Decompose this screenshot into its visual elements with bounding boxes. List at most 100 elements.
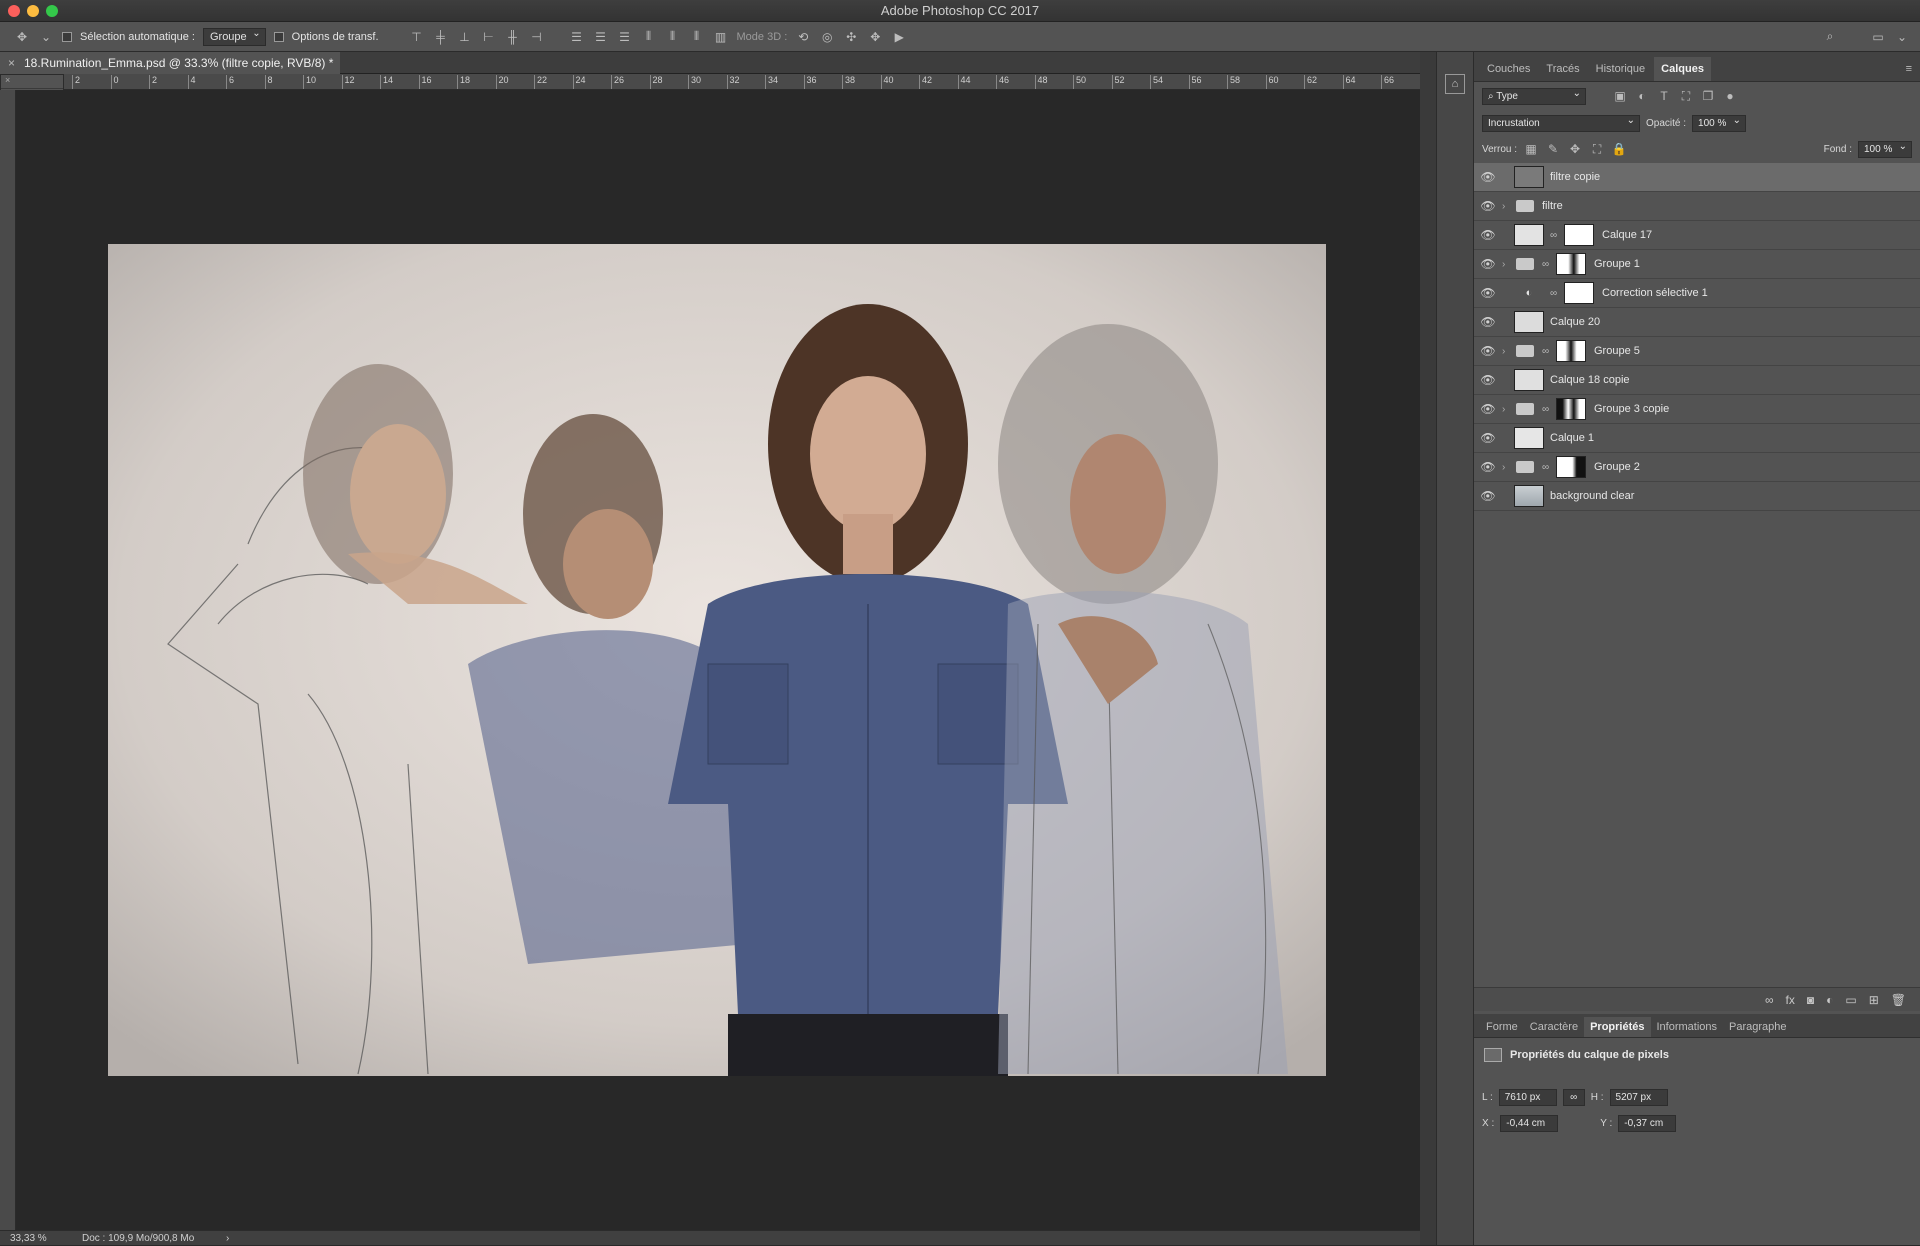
layer-mask-thumbnail[interactable] [1556, 456, 1586, 478]
libraries-panel-icon[interactable]: ⌂ [1445, 74, 1465, 94]
filter-adjustment-icon[interactable]: ◐ [1634, 88, 1650, 104]
tab-proprietes[interactable]: Propriétés [1584, 1017, 1651, 1037]
tab-traces[interactable]: Tracés [1539, 57, 1586, 81]
distribute-right-icon[interactable]: ⦀ [689, 29, 705, 45]
new-group-icon[interactable]: ▭ [1845, 993, 1856, 1007]
fill-field[interactable]: 100 % [1858, 140, 1912, 158]
layer-row-groupe-1[interactable]: 👁 › ∞ Groupe 1 [1474, 250, 1920, 279]
horizontal-ruler[interactable]: 2 0 2 4 6 8 10 12 14 16 18 20 22 24 26 28 30 32 34 36 38 40 42… [64, 74, 1420, 90]
new-layer-icon[interactable]: ⊞ [1869, 993, 1879, 1007]
lock-position-icon[interactable]: ✥ [1567, 141, 1583, 157]
visibility-eye-icon[interactable]: 👁 [1474, 460, 1502, 474]
lock-image-icon[interactable]: ✎ [1545, 141, 1561, 157]
layer-filter-kind-dropdown[interactable]: ⌕ Type [1482, 87, 1586, 105]
new-adjustment-icon[interactable]: ◐ [1826, 993, 1833, 1007]
document-canvas-image[interactable] [108, 244, 1326, 1076]
tab-historique[interactable]: Historique [1589, 57, 1653, 81]
slide-3d-icon[interactable]: ✥ [867, 29, 883, 45]
status-menu-arrow-icon[interactable]: › [226, 1231, 229, 1246]
layer-name[interactable]: Groupe 3 copie [1594, 403, 1669, 415]
scale-3d-icon[interactable]: ▶ [891, 29, 907, 45]
opacity-field[interactable]: 100 % [1692, 114, 1747, 132]
expand-group-icon[interactable]: › [1502, 201, 1514, 212]
layer-name[interactable]: filtre [1542, 200, 1563, 212]
visibility-eye-icon[interactable]: 👁 [1474, 489, 1502, 503]
constrain-proportions-icon[interactable]: ∞ [1562, 1088, 1585, 1106]
layer-name[interactable]: Calque 18 copie [1550, 374, 1630, 386]
close-window-icon[interactable] [8, 5, 20, 17]
tab-couches[interactable]: Couches [1480, 57, 1537, 81]
expand-group-icon[interactable]: › [1502, 462, 1514, 473]
layer-mask-thumbnail[interactable] [1556, 253, 1586, 275]
align-vcenter-icon[interactable]: ╪ [433, 29, 449, 45]
mask-link-icon[interactable]: ∞ [1542, 259, 1552, 270]
tab-informations[interactable]: Informations [1651, 1017, 1724, 1037]
visibility-eye-icon[interactable]: 👁 [1474, 344, 1502, 358]
visibility-eye-icon[interactable]: 👁 [1474, 228, 1502, 242]
distribute-left-icon[interactable]: ⦀ [641, 29, 657, 45]
visibility-eye-icon[interactable]: 👁 [1474, 286, 1502, 300]
auto-select-checkbox[interactable] [62, 31, 72, 42]
add-mask-icon[interactable]: ◙ [1807, 993, 1814, 1007]
workspace-dropdown-icon[interactable]: ⌄ [1894, 29, 1910, 45]
panel-menu-icon[interactable]: ≡ [1898, 57, 1920, 81]
document-tab[interactable]: × 18.Rumination_Emma.psd @ 33.3% (filtre… [0, 52, 340, 74]
layer-name[interactable]: Calque 20 [1550, 316, 1600, 328]
visibility-eye-icon[interactable]: 👁 [1474, 431, 1502, 445]
blend-mode-dropdown[interactable]: Incrustation [1482, 114, 1640, 132]
layer-name[interactable]: filtre copie [1550, 171, 1600, 183]
layer-row-groupe-3-copie[interactable]: 👁 › ∞ Groupe 3 copie [1474, 395, 1920, 424]
layer-row-groupe-2[interactable]: 👁 › ∞ Groupe 2 [1474, 453, 1920, 482]
distribute-hcenter-icon[interactable]: ⦀ [665, 29, 681, 45]
distribute-top-icon[interactable]: ☰ [569, 29, 585, 45]
rotate-3d-icon[interactable]: ⟲ [795, 29, 811, 45]
align-right-icon[interactable]: ⊣ [529, 29, 545, 45]
expand-group-icon[interactable]: › [1502, 259, 1514, 270]
layer-name[interactable]: background clear [1550, 490, 1634, 502]
close-document-icon[interactable]: × [8, 52, 15, 74]
align-left-icon[interactable]: ⊢ [481, 29, 497, 45]
tab-caractere[interactable]: Caractère [1524, 1017, 1584, 1037]
filter-shape-icon[interactable]: ⛶ [1678, 88, 1694, 104]
visibility-eye-icon[interactable]: 👁 [1474, 257, 1502, 271]
filter-type-icon[interactable]: T [1656, 88, 1672, 104]
align-top-icon[interactable]: ⊤ [409, 29, 425, 45]
lock-artboard-icon[interactable]: ⛶ [1589, 141, 1605, 157]
panel-collapse-strip[interactable] [1420, 52, 1436, 1245]
layer-mask-thumbnail[interactable] [1564, 224, 1594, 246]
zoom-window-icon[interactable] [46, 5, 58, 17]
visibility-eye-icon[interactable]: 👁 [1474, 199, 1502, 213]
zoom-level[interactable]: 33,33 % [10, 1231, 47, 1246]
layer-name[interactable]: Calque 17 [1602, 229, 1652, 241]
layer-name[interactable]: Groupe 5 [1594, 345, 1640, 357]
expand-group-icon[interactable]: › [1502, 404, 1514, 415]
lock-transparent-icon[interactable]: ▦ [1523, 141, 1539, 157]
align-bottom-icon[interactable]: ⊥ [457, 29, 473, 45]
layer-mask-thumbnail[interactable] [1556, 398, 1586, 420]
drag-3d-icon[interactable]: ✣ [843, 29, 859, 45]
tab-forme[interactable]: Forme [1480, 1017, 1524, 1037]
lock-all-icon[interactable]: 🔒 [1611, 141, 1627, 157]
mask-link-icon[interactable]: ∞ [1550, 230, 1560, 241]
distribute-vcenter-icon[interactable]: ☰ [593, 29, 609, 45]
mask-link-icon[interactable]: ∞ [1542, 346, 1552, 357]
visibility-eye-icon[interactable]: 👁 [1474, 170, 1502, 184]
layer-name[interactable]: Calque 1 [1550, 432, 1594, 444]
y-field[interactable]: -0,37 cm [1618, 1114, 1677, 1132]
filter-pixel-icon[interactable]: ▣ [1612, 88, 1628, 104]
visibility-eye-icon[interactable]: 👁 [1474, 373, 1502, 387]
layer-mask-thumbnail[interactable] [1556, 340, 1586, 362]
transform-controls-checkbox[interactable] [273, 31, 284, 42]
tab-calques[interactable]: Calques [1654, 57, 1711, 81]
layer-name[interactable]: Correction sélective 1 [1602, 287, 1708, 299]
x-field[interactable]: -0,44 cm [1500, 1114, 1559, 1132]
layer-row-calque-1[interactable]: 👁 Calque 1 [1474, 424, 1920, 453]
auto-select-dropdown[interactable]: Groupe [202, 27, 266, 46]
roll-3d-icon[interactable]: ◎ [819, 29, 835, 45]
delete-layer-icon[interactable]: 🗑 [1891, 993, 1906, 1007]
search-icon[interactable]: ⌕ [1822, 29, 1838, 45]
layer-row-filtre-copie[interactable]: 👁 filtre copie [1474, 163, 1920, 192]
mask-link-icon[interactable]: ∞ [1542, 462, 1552, 473]
layer-row-filtre[interactable]: 👁 › filtre [1474, 192, 1920, 221]
layer-row-correction-selective-1[interactable]: 👁 ◐ ∞ Correction sélective 1 [1474, 279, 1920, 308]
